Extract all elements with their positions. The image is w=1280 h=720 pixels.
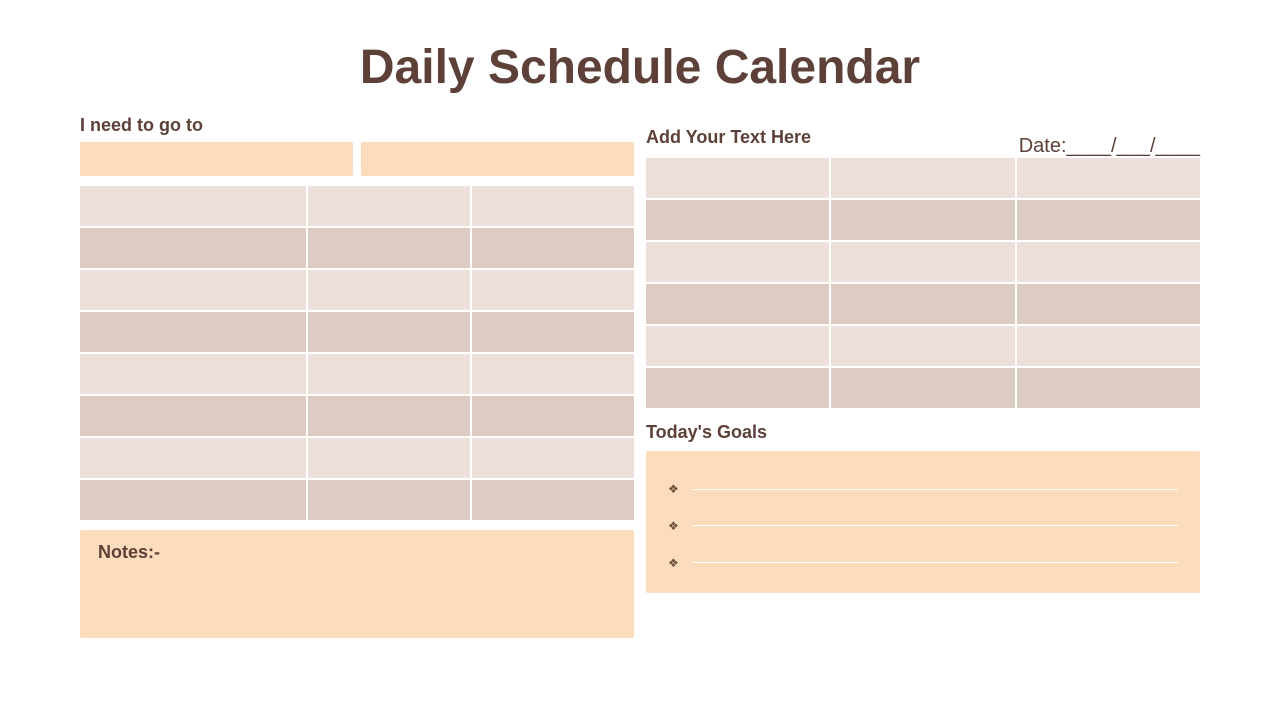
- table-cell[interactable]: [308, 438, 470, 478]
- table-cell[interactable]: [308, 354, 470, 394]
- table-cell[interactable]: [646, 200, 829, 240]
- table-cell[interactable]: [646, 158, 829, 198]
- left-schedule-table: [80, 186, 634, 520]
- table-cell[interactable]: [308, 396, 470, 436]
- table-cell[interactable]: [472, 354, 634, 394]
- goal-underline: [693, 525, 1178, 526]
- table-cell[interactable]: [1017, 158, 1200, 198]
- table-row: [80, 270, 634, 310]
- table-cell[interactable]: [80, 396, 306, 436]
- table-cell[interactable]: [1017, 284, 1200, 324]
- table-cell[interactable]: [1017, 242, 1200, 282]
- left-column: I need to go to: [80, 115, 634, 638]
- goal-line[interactable]: ❖: [668, 482, 1178, 496]
- table-cell[interactable]: [472, 228, 634, 268]
- table-row: [80, 354, 634, 394]
- goal-line[interactable]: ❖: [668, 519, 1178, 533]
- page-title: Daily Schedule Calendar: [80, 40, 1200, 95]
- need-input-1[interactable]: [80, 142, 353, 176]
- table-cell[interactable]: [831, 158, 1014, 198]
- need-to-go-inputs: [80, 142, 634, 176]
- table-cell[interactable]: [1017, 368, 1200, 408]
- table-cell[interactable]: [80, 480, 306, 520]
- table-cell[interactable]: [472, 312, 634, 352]
- table-cell[interactable]: [80, 228, 306, 268]
- goal-underline: [693, 562, 1178, 563]
- table-cell[interactable]: [831, 326, 1014, 366]
- goal-underline: [693, 489, 1178, 490]
- bullet-icon: ❖: [668, 482, 679, 496]
- goals-label: Today's Goals: [646, 422, 1200, 443]
- table-row: [646, 200, 1200, 240]
- goals-box: ❖ ❖ ❖: [646, 451, 1200, 593]
- table-cell[interactable]: [308, 228, 470, 268]
- table-row: [80, 186, 634, 226]
- table-cell[interactable]: [646, 284, 829, 324]
- table-row: [646, 284, 1200, 324]
- table-cell[interactable]: [80, 186, 306, 226]
- need-input-2[interactable]: [361, 142, 634, 176]
- table-cell[interactable]: [80, 354, 306, 394]
- add-text-label: Add Your Text Here: [646, 127, 811, 148]
- bullet-icon: ❖: [668, 519, 679, 533]
- table-row: [80, 396, 634, 436]
- table-cell[interactable]: [472, 186, 634, 226]
- table-row: [80, 438, 634, 478]
- table-row: [80, 312, 634, 352]
- table-row: [80, 480, 634, 520]
- table-cell[interactable]: [472, 396, 634, 436]
- table-row: [80, 228, 634, 268]
- table-cell[interactable]: [308, 270, 470, 310]
- table-cell[interactable]: [472, 438, 634, 478]
- main-columns: I need to go to: [80, 115, 1200, 638]
- table-cell[interactable]: [831, 200, 1014, 240]
- table-cell[interactable]: [472, 480, 634, 520]
- table-cell[interactable]: [646, 326, 829, 366]
- table-cell[interactable]: [646, 242, 829, 282]
- date-label[interactable]: Date:____/___/____: [1019, 135, 1200, 158]
- table-row: [646, 368, 1200, 408]
- right-header: Add Your Text Here Date:____/___/____: [646, 115, 1200, 158]
- goal-line[interactable]: ❖: [668, 556, 1178, 570]
- table-cell[interactable]: [831, 368, 1014, 408]
- bullet-icon: ❖: [668, 556, 679, 570]
- table-row: [646, 242, 1200, 282]
- table-cell[interactable]: [831, 284, 1014, 324]
- notes-label: Notes:-: [98, 542, 616, 563]
- table-cell[interactable]: [308, 480, 470, 520]
- table-cell[interactable]: [80, 270, 306, 310]
- page-container: Daily Schedule Calendar I need to go to: [0, 0, 1280, 658]
- notes-box[interactable]: Notes:-: [80, 530, 634, 638]
- table-cell[interactable]: [80, 438, 306, 478]
- table-cell[interactable]: [472, 270, 634, 310]
- right-schedule-table: [646, 158, 1200, 408]
- table-row: [646, 326, 1200, 366]
- table-cell[interactable]: [831, 242, 1014, 282]
- table-row: [646, 158, 1200, 198]
- table-cell[interactable]: [646, 368, 829, 408]
- table-cell[interactable]: [80, 312, 306, 352]
- need-to-go-label: I need to go to: [80, 115, 634, 136]
- table-cell[interactable]: [308, 186, 470, 226]
- right-column: Add Your Text Here Date:____/___/____: [646, 115, 1200, 638]
- table-cell[interactable]: [1017, 326, 1200, 366]
- table-cell[interactable]: [308, 312, 470, 352]
- table-cell[interactable]: [1017, 200, 1200, 240]
